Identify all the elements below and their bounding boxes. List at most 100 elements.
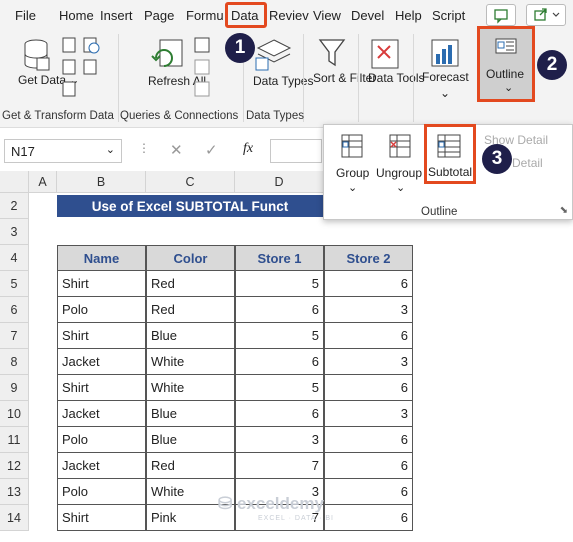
table-cell[interactable]: 6 [324, 375, 413, 401]
outline-group-label: Outline [421, 206, 458, 218]
table-cell[interactable]: Jacket [57, 349, 146, 375]
table-cell[interactable]: White [146, 375, 235, 401]
table-cell[interactable]: 6 [324, 427, 413, 453]
table-cell[interactable]: Red [146, 453, 235, 479]
select-all-corner[interactable] [0, 171, 29, 193]
step-badge-3: 3 [482, 144, 512, 174]
column-header[interactable]: B [57, 171, 146, 193]
table-cell[interactable]: 6 [235, 349, 324, 375]
table-header-cell[interactable]: Store 1 [235, 245, 324, 271]
menu-page[interactable]: Page [144, 8, 174, 23]
cancel-icon[interactable]: ✕ [170, 141, 183, 159]
table-cell[interactable]: 6 [324, 505, 413, 531]
menu-view[interactable]: View [313, 8, 341, 23]
table-cell[interactable]: Polo [57, 427, 146, 453]
group-chevron-icon: ⌄ [348, 182, 358, 194]
formula-input[interactable] [270, 139, 322, 163]
column-header[interactable]: C [146, 171, 235, 193]
table-cell[interactable]: Red [146, 271, 235, 297]
row-header[interactable]: 12 [0, 453, 29, 479]
data-tools-button[interactable]: Data Tools [368, 70, 424, 86]
data-types-icon [255, 39, 292, 71]
table-cell[interactable]: 5 [235, 375, 324, 401]
table-cell[interactable]: 7 [235, 453, 324, 479]
table-cell[interactable]: Blue [146, 323, 235, 349]
share-icon [534, 8, 560, 21]
name-box[interactable]: N17 ⌄ [4, 139, 122, 163]
table-header-cell[interactable]: Name [57, 245, 146, 271]
table-cell[interactable]: Red [146, 297, 235, 323]
table-cell[interactable]: 3 [324, 349, 413, 375]
row-header[interactable]: 4 [0, 245, 29, 271]
table-cell[interactable]: 6 [324, 323, 413, 349]
group-icon [341, 134, 363, 158]
menu-script[interactable]: Script [432, 8, 465, 23]
subtotal-label: Subtotal [428, 165, 473, 179]
row-header[interactable]: 10 [0, 401, 29, 427]
row-header[interactable]: 9 [0, 375, 29, 401]
menu-help[interactable]: Help [395, 8, 422, 23]
table-cell[interactable]: Jacket [57, 401, 146, 427]
table-cell[interactable]: Polo [57, 297, 146, 323]
table-cell[interactable]: Shirt [57, 375, 146, 401]
table-cell[interactable]: Shirt [57, 505, 146, 531]
enter-icon[interactable]: ✓ [205, 141, 218, 159]
row-header[interactable]: 7 [0, 323, 29, 349]
table-cell[interactable]: Blue [146, 427, 235, 453]
row-header[interactable]: 3 [0, 219, 29, 245]
table-cell[interactable]: Jacket [57, 453, 146, 479]
table-cell[interactable]: Polo [57, 479, 146, 505]
table-cell[interactable]: 3 [235, 427, 324, 453]
comments-button[interactable] [486, 4, 516, 26]
row-header[interactable]: 14 [0, 505, 29, 531]
comment-icon [494, 9, 508, 24]
data-tools-icon [371, 39, 399, 69]
table-title[interactable]: Use of Excel SUBTOTAL Funct [57, 195, 323, 217]
ungroup-chevron-icon: ⌄ [396, 182, 406, 194]
table-cell[interactable]: 3 [324, 297, 413, 323]
column-header[interactable]: D [235, 171, 324, 193]
menu-insert[interactable]: Insert [100, 8, 133, 23]
row-header[interactable]: 13 [0, 479, 29, 505]
subtotal-button[interactable]: Subtotal [424, 124, 476, 184]
table-cell[interactable]: Blue [146, 401, 235, 427]
insert-function-icon[interactable]: fx [243, 141, 253, 157]
watermark-logo: ⛁ exceldemy [218, 494, 324, 513]
row-header[interactable]: 2 [0, 193, 29, 219]
table-cell[interactable]: 5 [235, 271, 324, 297]
dialog-launcher-icon[interactable]: ⬊ [560, 205, 568, 216]
table-header-cell[interactable]: Store 2 [324, 245, 413, 271]
sort-filter-button[interactable]: Sort & Filter [313, 70, 376, 86]
outline-button[interactable]: Outline ⌄ [477, 26, 535, 102]
table-cell[interactable]: 6 [324, 453, 413, 479]
row-header[interactable]: 11 [0, 427, 29, 453]
share-button[interactable] [526, 4, 566, 26]
menu-formulas[interactable]: Formu [186, 8, 224, 23]
outline-icon [495, 38, 517, 54]
menu-developer[interactable]: Devel [351, 8, 384, 23]
recent-sources-icon [83, 37, 100, 75]
table-cell[interactable]: 3 [324, 401, 413, 427]
row-header[interactable]: 6 [0, 297, 29, 323]
table-header-cell[interactable]: Color [146, 245, 235, 271]
row-header[interactable]: 8 [0, 349, 29, 375]
row-header[interactable]: 5 [0, 271, 29, 297]
table-cell[interactable]: 6 [235, 401, 324, 427]
forecast-button[interactable]: Forecast [422, 70, 469, 84]
table-cell[interactable]: White [146, 349, 235, 375]
column-header[interactable]: A [29, 171, 57, 193]
data-types-button[interactable]: Data Types [253, 73, 313, 89]
database-icon [24, 39, 50, 71]
table-cell[interactable]: Shirt [57, 323, 146, 349]
table-cell[interactable]: 6 [324, 479, 413, 505]
ungroup-button[interactable]: Ungroup [376, 166, 422, 180]
table-cell[interactable]: 5 [235, 323, 324, 349]
table-cell[interactable]: Shirt [57, 271, 146, 297]
menu-review[interactable]: Reviev [269, 8, 309, 23]
table-cell[interactable]: 6 [324, 271, 413, 297]
outline-label: Outline [486, 67, 525, 81]
table-cell[interactable]: 6 [235, 297, 324, 323]
menu-home[interactable]: Home [59, 8, 94, 23]
group-button[interactable]: Group [336, 166, 369, 180]
menu-file[interactable]: File [15, 8, 36, 23]
